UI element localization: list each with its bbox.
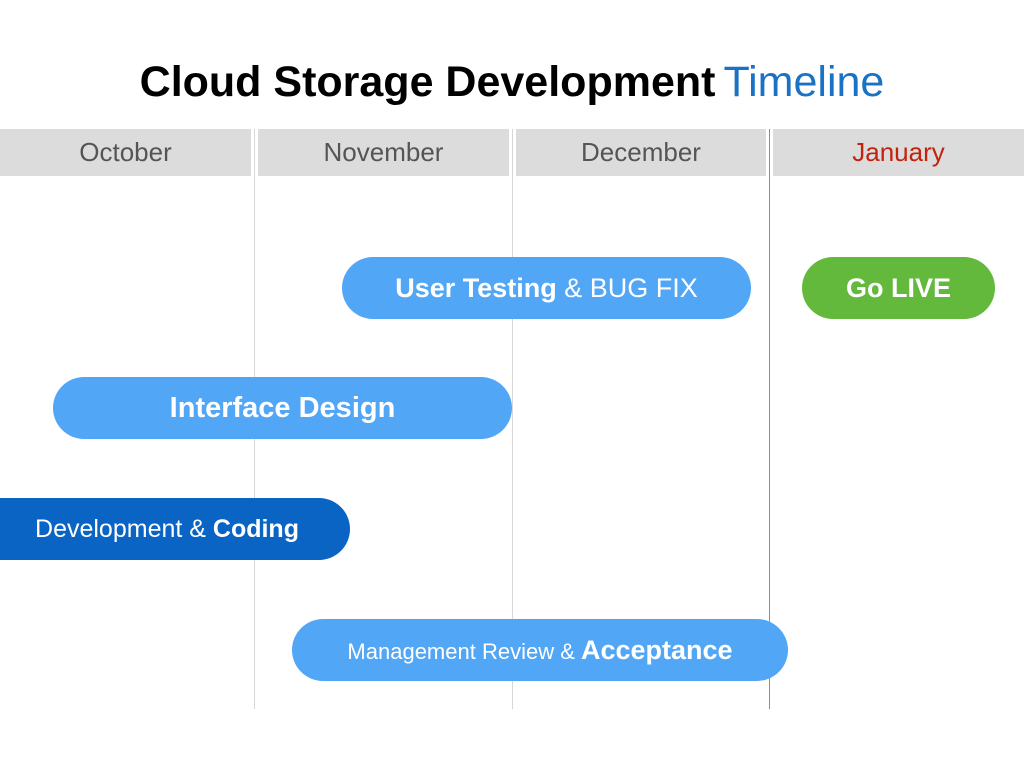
task-bar-go-live: Go LIVE <box>802 257 995 319</box>
task-bar-interface-design: Interface Design <box>53 377 512 439</box>
title-accent: Timeline <box>723 58 885 106</box>
task-label-bold: Interface Design <box>169 392 396 424</box>
task-bar-development-coding: Development & Coding <box>0 498 350 560</box>
timeline-slide: Cloud Storage Development Timeline Octobe… <box>0 0 1024 768</box>
title-main: Cloud Storage Development <box>139 58 716 106</box>
slide-title: Cloud Storage Development Timeline <box>0 52 1024 112</box>
task-label-bold: Coding <box>212 515 299 543</box>
month-header-january: January <box>773 129 1024 176</box>
task-label-bold: Go LIVE <box>845 273 951 303</box>
task-label-plain: Management Review & <box>347 639 581 664</box>
task-bar-management-review: Management Review & Acceptance <box>292 619 788 681</box>
month-header-december: December <box>516 129 766 176</box>
month-header-october: October <box>0 129 251 176</box>
task-label-bold: Acceptance <box>580 635 733 665</box>
task-label-rest: & BUG FIX <box>556 273 698 303</box>
task-label-plain: Development & <box>35 515 213 543</box>
month-header-november: November <box>258 129 509 176</box>
task-bar-user-testing: User Testing & BUG FIX <box>342 257 751 319</box>
task-label-bold: User Testing <box>395 273 557 303</box>
